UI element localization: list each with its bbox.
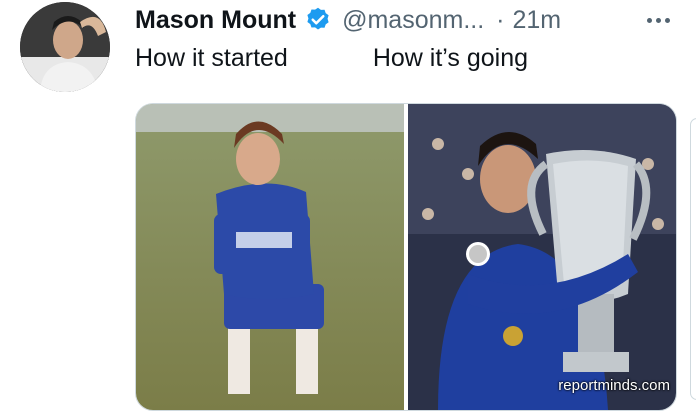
tweet-timestamp[interactable]: 21m [513, 6, 562, 35]
display-name[interactable]: Mason Mount [135, 6, 296, 35]
tweet-text-left: How it started [135, 44, 288, 72]
tweet-text-right: How it’s going [372, 44, 529, 72]
media-photo-left[interactable] [136, 104, 404, 410]
avatar[interactable] [20, 2, 110, 92]
watermark-text: reportminds.com [558, 377, 670, 394]
user-handle[interactable]: @masonm... [342, 6, 484, 35]
media-photo-right[interactable]: reportminds.com [408, 104, 676, 410]
next-card-edge [690, 118, 696, 400]
more-options-icon[interactable] [640, 6, 676, 34]
separator-dot: · [496, 5, 505, 34]
tweet-media: reportminds.com [135, 103, 677, 411]
tweet-text: How it started How it’s going [135, 44, 528, 73]
tweet-header: Mason Mount @masonm... · 21m [135, 4, 561, 36]
verified-badge-icon [304, 6, 332, 34]
